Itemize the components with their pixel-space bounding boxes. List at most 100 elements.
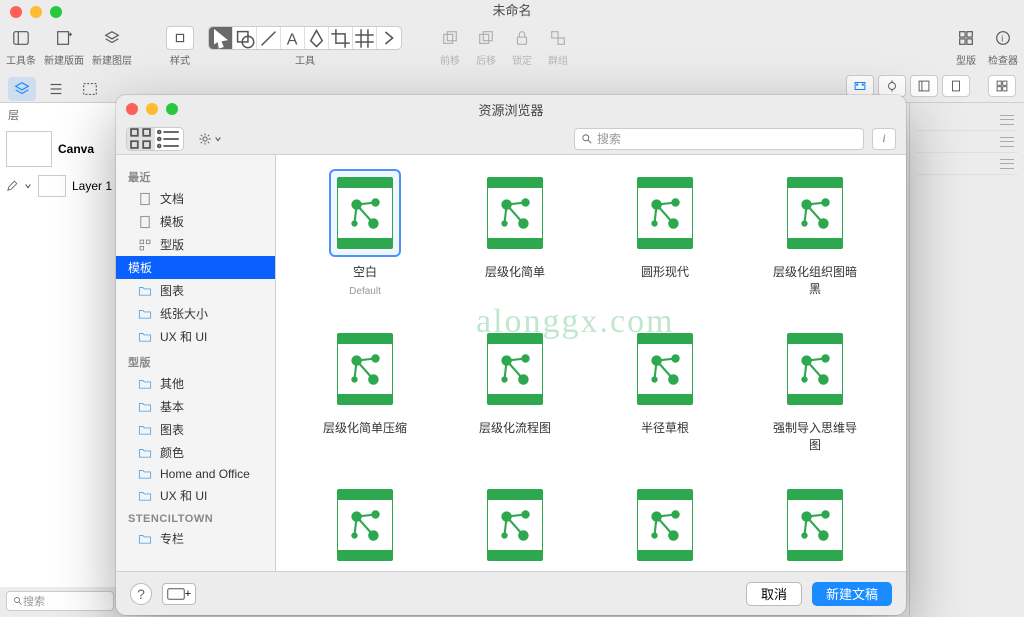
- new-layer-icon[interactable]: [98, 26, 126, 50]
- template-item[interactable]: 圆形几何: [320, 481, 410, 571]
- dialog-titlebar: 资源浏览器: [116, 95, 906, 123]
- info-button[interactable]: i: [872, 128, 896, 150]
- close-icon[interactable]: [126, 103, 138, 115]
- folder-icon: [138, 377, 152, 391]
- toolbar-toggle-icon[interactable]: [7, 26, 35, 50]
- main-toolbar: 工具条 新建版面 新建图层 样式 A 工具 前移 后移 锁定: [0, 22, 1024, 70]
- folder-icon: [138, 423, 152, 437]
- template-name: 层级化简单: [485, 263, 545, 280]
- template-item[interactable]: 层级化流程图: [470, 325, 560, 453]
- sidebar-item-label: 颜色: [160, 444, 184, 461]
- shape-tool-icon[interactable]: [233, 27, 257, 49]
- sidebar-item-label: 型版: [160, 236, 184, 253]
- template-item[interactable]: 层级化简单压缩: [320, 325, 410, 453]
- list-mode-icon[interactable]: [155, 128, 183, 150]
- inspector-tabs: [846, 75, 1016, 97]
- template-item[interactable]: 半径草根: [620, 325, 710, 453]
- template-item[interactable]: 强制导入白板: [770, 481, 860, 571]
- sidebar-item[interactable]: 图表: [116, 279, 275, 302]
- keyboard-button[interactable]: +: [162, 583, 196, 605]
- grid-mode-icon[interactable]: [127, 128, 155, 150]
- template-item[interactable]: 层级化组织图: [620, 481, 710, 571]
- sidebar-item[interactable]: 颜色: [116, 441, 275, 464]
- canvas-row[interactable]: Canva: [0, 127, 119, 171]
- sidebar-search[interactable]: 搜索: [6, 591, 114, 611]
- dialog-traffic-lights[interactable]: [126, 103, 178, 115]
- inspector-row[interactable]: [916, 131, 1018, 153]
- inspector-row[interactable]: [916, 153, 1018, 175]
- layer-row[interactable]: Layer 1: [0, 171, 119, 201]
- toolbar-label: 工具条: [6, 52, 36, 67]
- template-item[interactable]: 强制导入思维导图: [770, 325, 860, 453]
- chevron-down-icon[interactable]: [24, 182, 32, 190]
- grid-tool-icon[interactable]: [353, 27, 377, 49]
- template-item[interactable]: 层级化简单: [470, 169, 560, 297]
- view-mode-toggle[interactable]: [126, 127, 184, 151]
- pen-tool-icon[interactable]: [305, 27, 329, 49]
- new-canvas-icon[interactable]: [50, 26, 78, 50]
- sidebar-item[interactable]: 纸张大小: [116, 302, 275, 325]
- template-item[interactable]: 空白Default: [320, 169, 410, 297]
- sidebar-item[interactable]: 基本: [116, 395, 275, 418]
- cancel-button[interactable]: 取消: [746, 582, 802, 606]
- help-button[interactable]: ?: [130, 583, 152, 605]
- hamburger-icon: [1000, 159, 1014, 169]
- sidebar-item[interactable]: 其他: [116, 372, 275, 395]
- inspector-icon[interactable]: i: [989, 26, 1017, 50]
- outline-tab-icon[interactable]: [42, 77, 70, 101]
- layers-tab-icon[interactable]: [8, 77, 36, 101]
- doc-icon: [138, 215, 152, 229]
- sidebar-item-label: UX 和 UI: [160, 328, 207, 345]
- template-item[interactable]: 圆形简单: [470, 481, 560, 571]
- zoom-icon[interactable]: [166, 103, 178, 115]
- canvas-tab-icon[interactable]: [910, 75, 938, 97]
- grid-view-icon[interactable]: [988, 75, 1016, 97]
- zoom-icon[interactable]: [50, 6, 62, 18]
- send-backward-icon: [472, 26, 500, 50]
- create-button[interactable]: 新建文稿: [812, 582, 892, 606]
- sidebar-item-label: 图表: [160, 282, 184, 299]
- sidebar-section-header: 最近: [116, 163, 275, 187]
- dialog-search[interactable]: 搜索: [574, 128, 864, 150]
- folder-icon: [138, 284, 152, 298]
- close-icon[interactable]: [10, 6, 22, 18]
- sidebar-item[interactable]: 图表: [116, 418, 275, 441]
- template-name: 空白: [353, 263, 377, 280]
- sidebar-item[interactable]: UX 和 UI: [116, 325, 275, 348]
- sidebar-item[interactable]: 文档: [116, 187, 275, 210]
- more-tool-icon[interactable]: [377, 27, 401, 49]
- window-titlebar: 未命名: [0, 0, 1024, 22]
- template-item[interactable]: 圆形现代: [620, 169, 710, 297]
- stencil-icon[interactable]: [952, 26, 980, 50]
- search-placeholder: 搜索: [597, 130, 621, 147]
- selection-tab-icon[interactable]: [76, 77, 104, 101]
- sidebar-item[interactable]: 型版: [116, 233, 275, 256]
- line-tool-icon[interactable]: [257, 27, 281, 49]
- crop-tool-icon[interactable]: [329, 27, 353, 49]
- sidebar-section-header: STENCILTOWN: [116, 507, 275, 527]
- template-name: 层级化组织图暗黑: [770, 263, 860, 297]
- template-name: 强制导入思维导图: [770, 419, 860, 453]
- window-traffic-lights[interactable]: [10, 6, 62, 18]
- sidebar-item[interactable]: 模板: [116, 210, 275, 233]
- group-icon: [544, 26, 572, 50]
- sidebar-item-label: 专栏: [160, 530, 184, 547]
- object-tab-icon[interactable]: [846, 75, 874, 97]
- inspector-row[interactable]: [916, 109, 1018, 131]
- layer-thumb: [38, 175, 66, 197]
- sidebar-section-selected[interactable]: 模板: [116, 256, 275, 279]
- sidebar-item[interactable]: Home and Office: [116, 464, 275, 484]
- sidebar-item[interactable]: UX 和 UI: [116, 484, 275, 507]
- properties-tab-icon[interactable]: [878, 75, 906, 97]
- minimize-icon[interactable]: [146, 103, 158, 115]
- document-tab-icon[interactable]: [942, 75, 970, 97]
- select-tool-icon[interactable]: [209, 27, 233, 49]
- template-item[interactable]: 层级化组织图暗黑: [770, 169, 860, 297]
- style-icon[interactable]: [166, 26, 194, 50]
- text-tool-icon[interactable]: A: [281, 27, 305, 49]
- minimize-icon[interactable]: [30, 6, 42, 18]
- sidebar-item[interactable]: 专栏: [116, 527, 275, 550]
- action-menu[interactable]: [192, 128, 228, 150]
- template-name: 半径草根: [641, 419, 689, 436]
- tool-segment[interactable]: A: [208, 26, 402, 50]
